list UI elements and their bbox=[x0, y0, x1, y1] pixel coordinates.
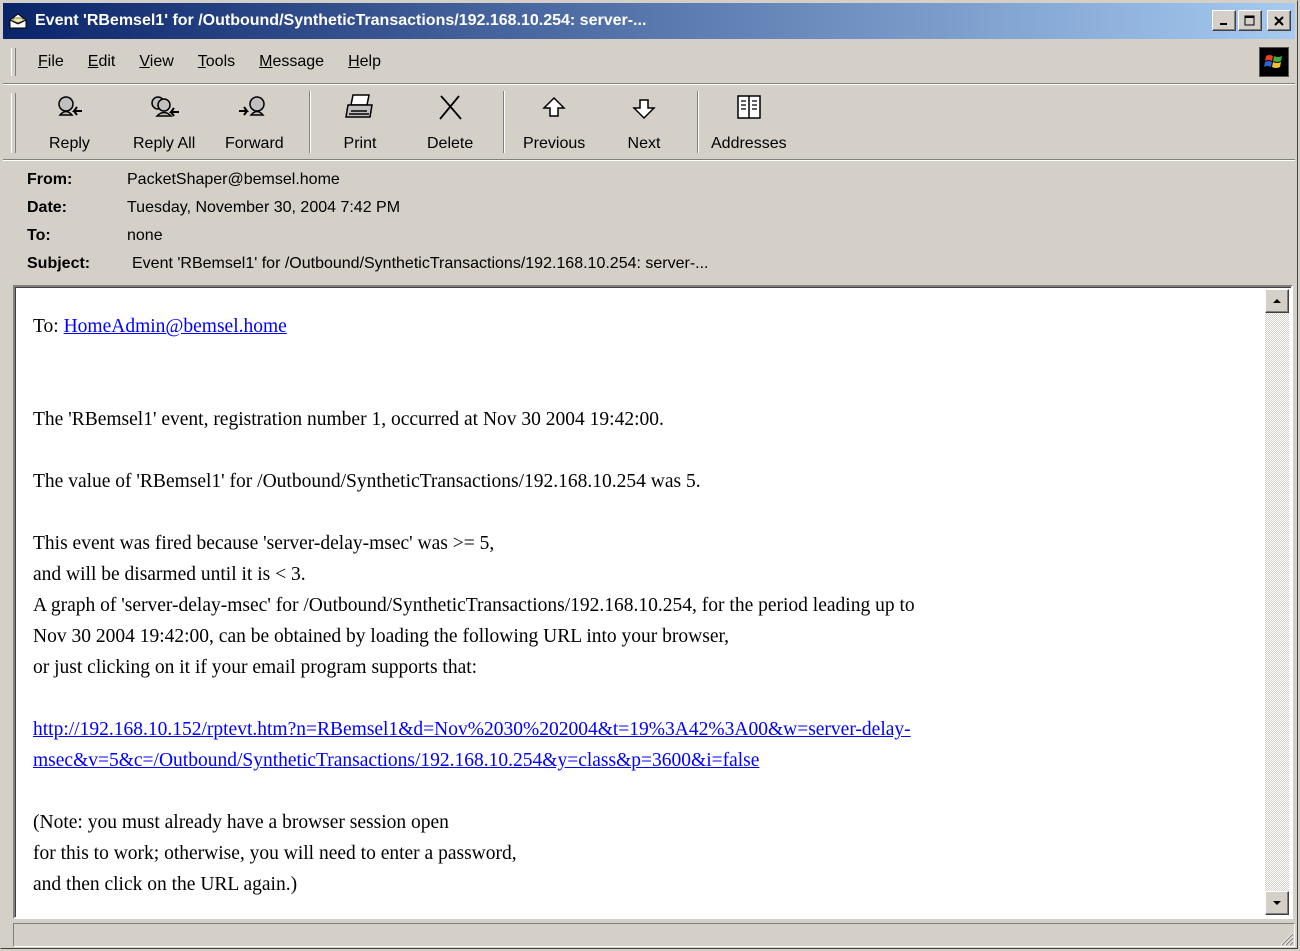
message-window: Event 'RBemsel1' for /Outbound/Synthetic… bbox=[0, 0, 1298, 949]
toolbar: Reply Reply All Forward Print Delete Pre… bbox=[3, 85, 1295, 160]
message-headers: From: PacketShaper@bemsel.home Date: Tue… bbox=[1, 161, 1297, 283]
next-button[interactable]: Next bbox=[627, 91, 661, 155]
forward-button[interactable]: Forward bbox=[225, 91, 284, 155]
title-bar[interactable]: Event 'RBemsel1' for /Outbound/Synthetic… bbox=[3, 3, 1295, 39]
event-line: The 'RBemsel1' event, registration numbe… bbox=[33, 409, 664, 430]
maximize-button[interactable] bbox=[1238, 10, 1262, 31]
to-line: To: HomeAdmin@bemsel.home bbox=[33, 316, 287, 337]
note-line-1: (Note: you must already have a browser s… bbox=[33, 812, 449, 833]
subject-row: Subject: Event 'RBemsel1' for /Outbound/… bbox=[27, 251, 709, 277]
menu-edit[interactable]: Edit bbox=[76, 53, 128, 71]
address-book-icon bbox=[737, 95, 761, 119]
report-url-link-1[interactable]: http://192.168.10.152/rptevt.htm?n=RBems… bbox=[33, 719, 911, 740]
status-bar bbox=[13, 923, 1295, 947]
scroll-up-arrow-icon bbox=[1273, 299, 1281, 303]
delete-button[interactable]: Delete bbox=[427, 91, 473, 155]
subject-value: Event 'RBemsel1' for /Outbound/Synthetic… bbox=[132, 255, 709, 272]
disarmed-line: and will be disarmed until it is < 3. bbox=[33, 564, 306, 585]
toolbar-separator bbox=[503, 91, 505, 153]
minimize-button[interactable] bbox=[1212, 10, 1236, 31]
to-email-link[interactable]: HomeAdmin@bemsel.home bbox=[64, 316, 287, 337]
click-line: or just clicking on it if your email pro… bbox=[33, 657, 478, 678]
from-value: PacketShaper@bemsel.home bbox=[127, 171, 340, 188]
menu-help[interactable]: Help bbox=[336, 53, 393, 71]
menu-message[interactable]: Message bbox=[247, 53, 336, 71]
addresses-button[interactable]: Addresses bbox=[711, 91, 787, 155]
printer-icon bbox=[345, 94, 373, 118]
to-row: To: none bbox=[27, 223, 163, 249]
note-line-2: for this to work; otherwise, you will ne… bbox=[33, 843, 517, 864]
subject-label: Subject: bbox=[27, 255, 91, 272]
date-row: Date: Tuesday, November 30, 2004 7:42 PM bbox=[27, 195, 400, 221]
date-value: Tuesday, November 30, 2004 7:42 PM bbox=[127, 199, 401, 216]
scroll-down-button[interactable] bbox=[1265, 891, 1289, 915]
graph-line: A graph of 'server-delay-msec' for /Outb… bbox=[33, 595, 915, 616]
toolbar-separator bbox=[697, 91, 699, 153]
report-url-line-1: http://192.168.10.152/rptevt.htm?n=RBems… bbox=[33, 714, 1261, 745]
report-url-line-2: msec&v=5&c=/Outbound/SyntheticTransactio… bbox=[33, 745, 1261, 776]
date-label: Date: bbox=[27, 199, 68, 216]
arrow-up-icon bbox=[542, 96, 566, 117]
maximize-icon bbox=[1244, 15, 1255, 25]
from-label: From: bbox=[27, 171, 73, 188]
window-controls bbox=[1212, 10, 1291, 31]
obtain-line: Nov 30 2004 19:42:00, can be obtained by… bbox=[33, 626, 730, 647]
menu-view[interactable]: View bbox=[127, 53, 185, 71]
delete-x-icon bbox=[439, 95, 462, 120]
windows-flag-icon bbox=[1264, 55, 1282, 68]
menu-file[interactable]: File bbox=[26, 53, 76, 71]
note-line-3: and then click on the URL again.) bbox=[33, 874, 298, 895]
message-body[interactable]: To: HomeAdmin@bemsel.home The 'RBemsel1'… bbox=[13, 285, 1293, 919]
resize-grip-icon[interactable] bbox=[1276, 928, 1294, 946]
window-title: Event 'RBemsel1' for /Outbound/Synthetic… bbox=[35, 12, 647, 29]
toolbar-grip[interactable] bbox=[11, 93, 16, 153]
fired-line: This event was fired because 'server-del… bbox=[33, 533, 495, 554]
windows-logo-icon bbox=[1259, 47, 1289, 77]
reply-all-icon bbox=[151, 96, 180, 117]
to-label: To: bbox=[27, 227, 51, 244]
reply-button[interactable]: Reply bbox=[49, 91, 90, 155]
reply-all-button[interactable]: Reply All bbox=[133, 91, 195, 155]
arrow-down-icon bbox=[632, 99, 656, 120]
value-line: The value of 'RBemsel1' for /Outbound/Sy… bbox=[33, 471, 701, 492]
message-text: To: HomeAdmin@bemsel.home The 'RBemsel1'… bbox=[33, 311, 1261, 900]
scroll-down-arrow-icon bbox=[1273, 901, 1281, 905]
close-button[interactable] bbox=[1267, 10, 1291, 31]
vertical-scrollbar[interactable] bbox=[1265, 289, 1289, 915]
close-icon bbox=[1274, 15, 1284, 26]
menu-bar: File Edit View Tools Message Help bbox=[3, 41, 1295, 84]
report-url-link-2[interactable]: msec&v=5&c=/Outbound/SyntheticTransactio… bbox=[33, 750, 759, 771]
envelope-open-icon bbox=[9, 13, 27, 29]
reply-icon bbox=[58, 96, 83, 116]
menu-tools[interactable]: Tools bbox=[186, 53, 247, 71]
from-row: From: PacketShaper@bemsel.home bbox=[27, 167, 340, 193]
toolbar-separator bbox=[309, 91, 311, 153]
forward-icon bbox=[239, 96, 266, 116]
minimize-icon bbox=[1220, 22, 1227, 25]
menu-grip[interactable] bbox=[11, 48, 16, 76]
to-value: none bbox=[127, 227, 163, 244]
print-button[interactable]: Print bbox=[343, 91, 377, 155]
scroll-up-button[interactable] bbox=[1265, 289, 1289, 313]
previous-button[interactable]: Previous bbox=[523, 91, 585, 155]
